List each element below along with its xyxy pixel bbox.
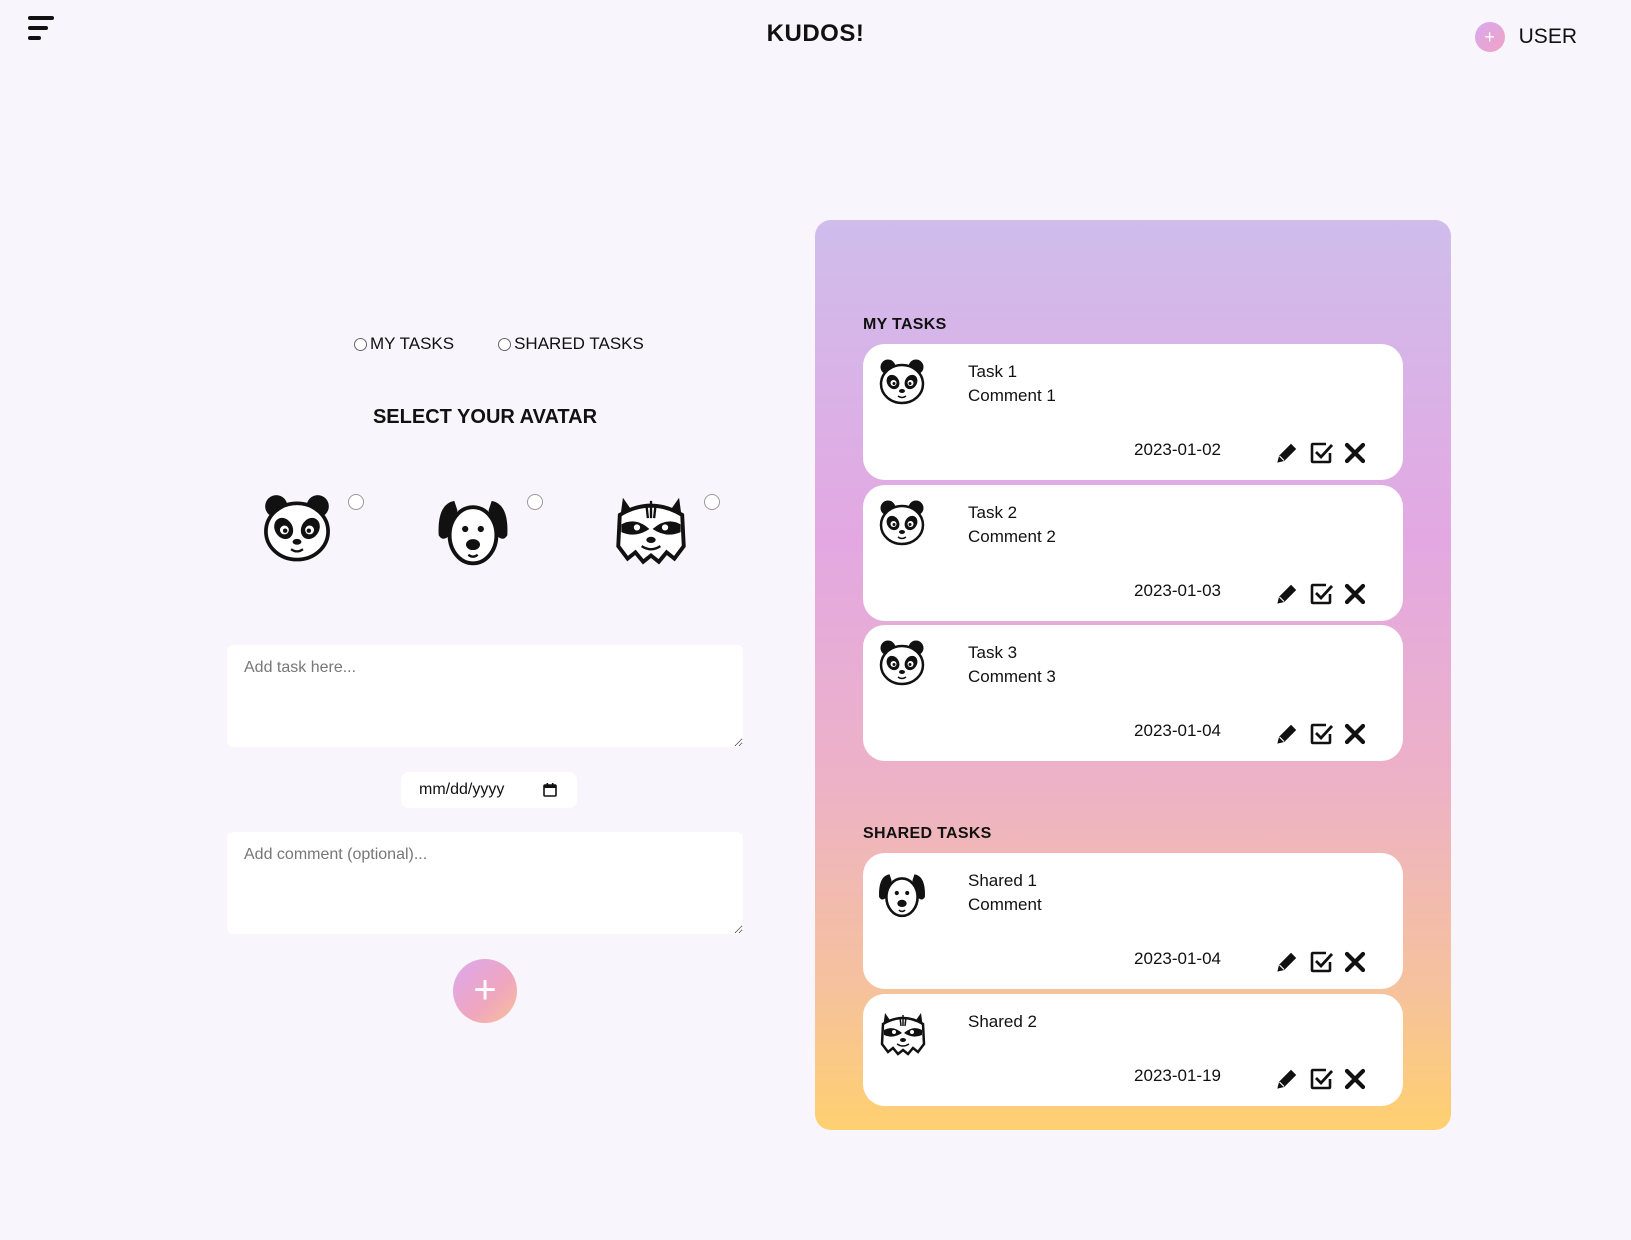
task-title: Task 3 [968, 643, 1018, 662]
panda-icon [877, 497, 927, 547]
user-avatar[interactable]: + [1474, 22, 1505, 52]
avatar-option-raccoon[interactable] [611, 490, 720, 570]
task-comment: Comment 2 [968, 527, 1056, 546]
panda-icon [877, 637, 927, 687]
task-actions [1275, 722, 1367, 746]
task-comment: Comment 3 [968, 667, 1056, 686]
tasks-panel: MY TASKS Task 1 Comment 1 2023-01-02 Tas… [815, 220, 1451, 1130]
complete-icon[interactable] [1309, 722, 1333, 746]
my-tasks-title: MY TASKS [863, 316, 947, 333]
delete-icon[interactable] [1343, 582, 1367, 606]
task-comment: Comment [968, 895, 1042, 914]
shared-task-card: Shared 1 Comment 2023-01-04 [863, 853, 1403, 989]
edit-icon[interactable] [1275, 582, 1299, 606]
shared-task-card: Shared 2 2023-01-19 [863, 994, 1403, 1106]
avatar-radio-raccoon[interactable] [704, 494, 720, 510]
avatar-radio-dog[interactable] [527, 494, 543, 510]
task-date: 2023-01-02 [1134, 440, 1221, 459]
task-card: Task 1 Comment 1 2023-01-02 [863, 344, 1403, 480]
delete-icon[interactable] [1343, 722, 1367, 746]
task-input[interactable] [227, 645, 743, 747]
avatar-option-panda[interactable] [260, 490, 364, 570]
edit-icon[interactable] [1275, 1067, 1299, 1091]
task-comment: Comment 1 [968, 386, 1056, 405]
complete-icon[interactable] [1309, 1067, 1333, 1091]
task-date: 2023-01-19 [1134, 1066, 1221, 1085]
task-title: Shared 2 [968, 1012, 1037, 1031]
complete-icon[interactable] [1309, 582, 1333, 606]
task-actions [1275, 1067, 1367, 1091]
edit-icon[interactable] [1275, 441, 1299, 465]
dog-icon [869, 867, 935, 919]
task-actions [1275, 441, 1367, 465]
edit-icon[interactable] [1275, 950, 1299, 974]
edit-icon[interactable] [1275, 722, 1299, 746]
delete-icon[interactable] [1343, 1067, 1367, 1091]
delete-icon[interactable] [1343, 441, 1367, 465]
date-input[interactable]: mm/dd/yyyy [401, 772, 577, 808]
task-card: Task 3 Comment 3 2023-01-04 [863, 625, 1403, 761]
delete-icon[interactable] [1343, 950, 1367, 974]
panda-icon [877, 356, 927, 406]
avatar-heading: SELECT YOUR AVATAR [372, 406, 598, 428]
user-menu[interactable]: + USER [1474, 22, 1577, 52]
shared-tasks-radio[interactable] [498, 337, 512, 351]
avatar-option-dog[interactable] [423, 490, 543, 570]
task-actions [1275, 950, 1367, 974]
task-title: Task 1 [968, 362, 1018, 381]
shared-tasks-option[interactable]: SHARED TASKS [498, 334, 644, 354]
task-date: 2023-01-03 [1134, 581, 1221, 600]
calendar-icon[interactable] [543, 783, 557, 797]
my-tasks-option-label[interactable]: MY TASKS [370, 334, 454, 354]
shared-tasks-option-label[interactable]: SHARED TASKS [514, 334, 644, 354]
comment-input[interactable] [227, 832, 743, 934]
shared-tasks-title: SHARED TASKS [863, 825, 992, 842]
page: KUDOS! + USER MY TASKS SHARED TASKS SELE… [0, 0, 1631, 1240]
my-tasks-radio[interactable] [354, 337, 367, 351]
complete-icon[interactable] [1309, 950, 1333, 974]
task-date: 2023-01-04 [1134, 721, 1221, 740]
dog-icon[interactable] [423, 490, 523, 568]
complete-icon[interactable] [1309, 441, 1333, 465]
user-label[interactable]: USER [1519, 25, 1577, 49]
task-actions [1275, 582, 1367, 606]
panda-icon[interactable] [260, 490, 334, 564]
task-title: Shared 1 [968, 871, 1037, 890]
task-date: 2023-01-04 [1134, 949, 1221, 968]
view-toggle: MY TASKS SHARED TASKS [354, 334, 644, 354]
raccoon-icon [877, 1008, 929, 1058]
add-task-button[interactable]: + [453, 959, 517, 1023]
my-tasks-option[interactable]: MY TASKS [354, 334, 454, 354]
raccoon-icon[interactable] [611, 490, 691, 568]
task-card: Task 2 Comment 2 2023-01-03 [863, 485, 1403, 621]
date-placeholder: mm/dd/yyyy [419, 781, 505, 798]
app-title: KUDOS! [766, 20, 865, 47]
avatar-radio-panda[interactable] [348, 494, 364, 510]
task-title: Task 2 [968, 503, 1018, 522]
